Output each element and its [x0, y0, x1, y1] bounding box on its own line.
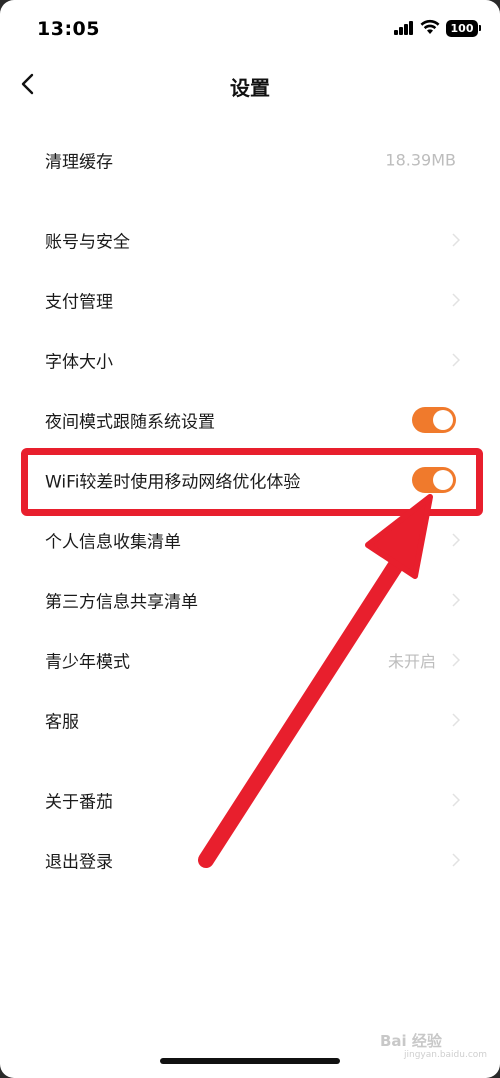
- row-customer-service[interactable]: 客服: [0, 692, 500, 748]
- wifi-icon: [420, 19, 440, 34]
- chevron-right-icon: [452, 653, 460, 667]
- chevron-right-icon: [452, 533, 460, 547]
- cache-size-value: 18.39MB: [385, 150, 456, 170]
- row-payment[interactable]: 支付管理: [0, 272, 500, 328]
- row-logout[interactable]: 退出登录: [0, 832, 500, 888]
- chevron-right-icon: [452, 593, 460, 607]
- chevron-right-icon: [452, 233, 460, 247]
- row-label: 退出登录: [45, 852, 113, 873]
- row-label: 支付管理: [45, 292, 113, 313]
- teen-mode-status: 未开启: [387, 652, 436, 671]
- row-label: 字体大小: [45, 352, 113, 373]
- watermark-url: jingyan.baidu.com: [404, 1050, 488, 1060]
- battery-cap: [479, 25, 481, 31]
- chevron-right-icon: [452, 353, 460, 367]
- page-title: 设置: [230, 76, 270, 100]
- row-personal-info-list[interactable]: 个人信息收集清单: [0, 512, 500, 568]
- cellular-signal-icon: [394, 21, 414, 35]
- row-label: 关于番茄: [45, 792, 113, 813]
- toggle-knob: [433, 410, 453, 430]
- settings-screen: 13:05 100 设置 清理缓存 18.39MB 账号与安全 支付管理 字体大…: [0, 0, 500, 1078]
- chevron-right-icon: [452, 293, 460, 307]
- battery-icon: 100: [446, 20, 478, 37]
- row-label: 第三方信息共享清单: [45, 592, 198, 613]
- status-bar: 13:05 100: [0, 0, 500, 60]
- chevron-right-icon: [452, 793, 460, 807]
- watermark-logo: Bai 经验: [380, 1032, 442, 1050]
- row-label: 客服: [45, 712, 79, 733]
- night-mode-toggle[interactable]: [412, 407, 456, 433]
- row-teen-mode[interactable]: 青少年模式 未开启: [0, 632, 500, 688]
- row-third-party-sharing[interactable]: 第三方信息共享清单: [0, 572, 500, 628]
- row-account-security[interactable]: 账号与安全: [0, 212, 500, 268]
- row-label: 清理缓存: [45, 152, 113, 173]
- home-indicator[interactable]: [160, 1058, 340, 1064]
- row-clear-cache[interactable]: 清理缓存 18.39MB: [0, 132, 500, 188]
- row-about[interactable]: 关于番茄: [0, 772, 500, 828]
- row-label: 夜间模式跟随系统设置: [45, 412, 215, 433]
- row-night-mode: 夜间模式跟随系统设置: [0, 392, 500, 448]
- status-time: 13:05: [37, 18, 100, 40]
- row-label: 青少年模式: [45, 652, 130, 673]
- row-font-size[interactable]: 字体大小: [0, 332, 500, 388]
- row-label: 个人信息收集清单: [45, 532, 181, 553]
- chevron-right-icon: [452, 853, 460, 867]
- annotation-highlight-box: [21, 448, 483, 516]
- chevron-right-icon: [452, 713, 460, 727]
- row-label: 账号与安全: [45, 232, 130, 253]
